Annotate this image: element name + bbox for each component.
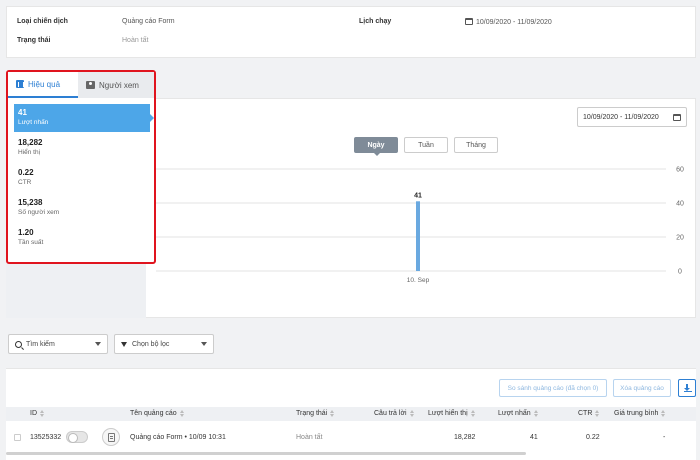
tab-viewers-label: Người xem: [99, 80, 139, 90]
col-ad-name[interactable]: Tên quảng cáo: [130, 410, 184, 417]
download-icon-base: [684, 390, 692, 392]
y-tick-label: 60: [676, 167, 684, 174]
metric-value: 18,282: [18, 138, 43, 147]
campaign-info-card: Loại chiến dịch Quảng cáo Form Trạng thá…: [6, 6, 696, 58]
schedule-value: 10/09/2020 - 11/09/2020: [465, 18, 552, 26]
row-ad-name[interactable]: Quảng cáo Form • 10/09 10:31: [130, 434, 226, 441]
tab-viewers[interactable]: Người xem: [78, 72, 152, 98]
col-label: Giá trung bình: [614, 410, 659, 417]
tab-row: Hiệu quả Người xem: [8, 72, 154, 98]
table-row[interactable]: 13525332 Quảng cáo Form • 10/09 10:31 Ho…: [6, 425, 696, 451]
row-impressions: 18,282: [454, 434, 476, 441]
schedule-label: Lịch chạy: [359, 18, 392, 25]
form-document-icon: [107, 432, 115, 442]
col-clicks[interactable]: Lượt nhấn: [498, 410, 538, 417]
metric-clicks[interactable]: 41 Lượt nhấn: [14, 104, 154, 132]
sort-icon: [409, 410, 414, 417]
y-tick-label: 20: [676, 235, 684, 242]
metric-label: Lượt nhấn: [18, 119, 49, 126]
clicks-bar-chart: 0 20 40 60 41 10. Sep: [156, 167, 684, 284]
metric-label: CTR: [18, 179, 32, 186]
row-clicks: 41: [530, 434, 538, 441]
row-toggle-switch[interactable]: [66, 431, 88, 443]
col-label: Câu trả lời: [374, 410, 407, 417]
chart-area: 10/09/2020 - 11/09/2020 Ngày Tuần Tháng …: [146, 98, 696, 318]
sort-icon: [595, 410, 600, 417]
tab-performance-label: Hiệu quả: [28, 79, 61, 89]
campaign-type-label: Loại chiến dịch: [17, 18, 68, 25]
row-ctr: 0.22: [586, 434, 600, 441]
metric-ctr[interactable]: 0.22 CTR: [14, 164, 150, 192]
row-avg-price: -: [663, 434, 666, 441]
col-impressions[interactable]: Lượt hiển thị: [428, 410, 475, 417]
sort-icon: [179, 410, 184, 417]
search-dropdown[interactable]: Tìm kiếm: [8, 334, 108, 354]
sort-icon: [533, 410, 538, 417]
metric-value: 1.20: [18, 228, 34, 237]
sort-icon: [40, 410, 44, 417]
sort-icon: [470, 410, 475, 417]
campaign-status-value: Hoàn tất: [122, 37, 149, 44]
sort-icon: [661, 410, 666, 417]
chevron-down-icon: [95, 342, 101, 346]
table-header: ID Tên quảng cáo Trạng thái Câu trả lời …: [6, 407, 696, 421]
metric-label: Hiển thị: [18, 149, 41, 156]
campaign-type-value: Quảng cáo Form: [122, 18, 175, 25]
col-label: Lượt nhấn: [498, 410, 531, 417]
metric-label: Số người xem: [18, 209, 60, 216]
row-id: 13525332: [30, 434, 62, 441]
col-avg-price[interactable]: Giá trung bình: [614, 410, 666, 417]
col-label: ID: [30, 410, 37, 417]
sort-icon: [330, 410, 335, 417]
y-tick-label: 0: [678, 269, 682, 276]
ads-table-card: So sánh quảng cáo (đã chọn 0) Xóa quảng …: [6, 368, 696, 460]
data-label: 41: [414, 192, 422, 199]
col-answers[interactable]: Câu trả lời: [374, 410, 414, 417]
metric-value: 41: [18, 108, 27, 117]
col-label: Trạng thái: [296, 410, 328, 417]
search-label: Tìm kiếm: [26, 340, 55, 348]
metric-reach[interactable]: 15,238 Số người xem: [14, 194, 150, 222]
filter-label: Chọn bộ lọc: [132, 340, 170, 348]
row-status: Hoàn tất: [296, 434, 323, 441]
metric-frequency[interactable]: 1.20 Tần suất: [14, 224, 150, 252]
col-label: Tên quảng cáo: [130, 410, 177, 417]
filter-icon: [121, 341, 127, 347]
horizontal-scrollbar[interactable]: [6, 452, 526, 455]
chevron-down-icon: [201, 342, 207, 346]
user-card-icon: [86, 81, 95, 89]
metrics-tab-panel: Hiệu quả Người xem 41 Lượt nhấn 18,282 H…: [6, 70, 156, 264]
performance-panel: 10/09/2020 - 11/09/2020 Ngày Tuần Tháng …: [6, 68, 696, 318]
tab-performance[interactable]: Hiệu quả: [8, 72, 78, 98]
y-tick-label: 40: [676, 201, 684, 208]
schedule-date-text: 10/09/2020 - 11/09/2020: [476, 19, 552, 26]
metric-label: Tần suất: [18, 239, 44, 246]
metric-value: 15,238: [18, 198, 43, 207]
col-status[interactable]: Trạng thái: [296, 410, 335, 417]
bar-chart-icon: [16, 80, 24, 88]
col-id[interactable]: ID: [30, 410, 44, 417]
metric-impressions[interactable]: 18,282 Hiển thị: [14, 134, 150, 162]
metric-value: 0.22: [18, 168, 34, 177]
x-tick-label: 10. Sep: [407, 277, 430, 284]
col-label: Lượt hiển thị: [428, 410, 468, 417]
bar[interactable]: [416, 201, 420, 271]
campaign-status-label: Trạng thái: [17, 37, 51, 44]
calendar-icon: [465, 18, 473, 25]
col-ctr[interactable]: CTR: [578, 410, 600, 417]
download-button[interactable]: [678, 379, 696, 397]
col-label: CTR: [578, 410, 593, 417]
search-icon: [15, 340, 22, 348]
ad-thumbnail: [102, 428, 120, 446]
filter-dropdown[interactable]: Chọn bộ lọc: [114, 334, 214, 354]
delete-ads-button[interactable]: Xóa quảng cáo: [613, 379, 671, 397]
compare-ads-button[interactable]: So sánh quảng cáo (đã chọn 0): [499, 379, 607, 397]
row-checkbox[interactable]: [14, 434, 21, 441]
